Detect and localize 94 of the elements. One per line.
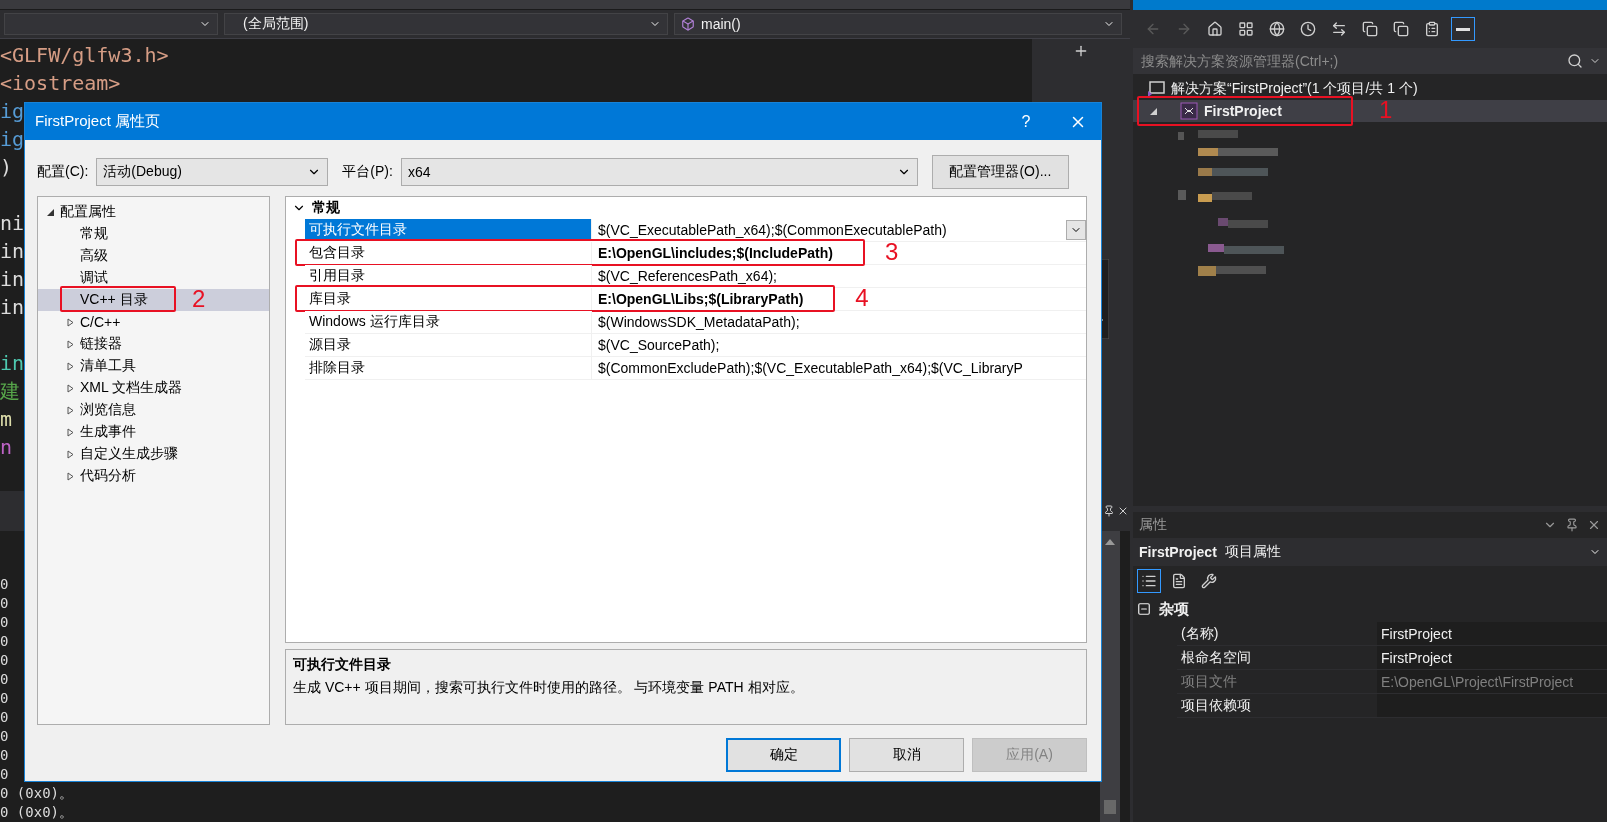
property-name: 项目依赖项 [1180,695,1252,715]
property-value[interactable]: E:\OpenGL\Libs;$(LibraryPath) [592,290,804,307]
tree-item[interactable]: 清单工具 [38,355,269,377]
tree-item-label: 自定义生成步骤 [80,445,178,463]
output-text: 0 [0,576,9,592]
tree-item-label: 解决方案“FirstProject”(1 个项目/共 1 个) [1171,80,1418,98]
code-text: <iostream> [0,70,121,97]
category-label: 常规 [312,199,340,217]
scope-dropdown[interactable]: (全局范围) [224,13,668,35]
output-text: 0 [0,709,9,725]
code-text: m [0,406,13,433]
callout-number: 3 [884,240,899,264]
code-text: in [0,238,25,265]
search-input[interactable]: 搜索解决方案资源管理器(Ctrl+;) [1139,52,1561,70]
tree-item[interactable]: C/C++ [38,311,269,333]
dialog-title: FirstProject 属性页 [35,112,161,131]
tree-item-label: 浏览信息 [80,401,136,419]
output-text: 0 [0,766,9,782]
object-selector[interactable]: FirstProject 项目属性 [1133,538,1607,566]
tree-item[interactable]: 自定义生成步骤 [38,443,269,465]
code-text: in [0,294,25,321]
output-text: 0 [0,595,9,611]
tree-item[interactable]: 配置属性 [38,201,269,223]
search-box[interactable]: 搜索解决方案资源管理器(Ctrl+;) [1133,48,1607,74]
output-text: 0 [0,690,9,706]
property-value[interactable]: $(VC_ReferencesPath_x64); [592,265,777,287]
output-text: 0 [0,652,9,668]
field-label: 配置(C): [37,163,89,181]
tree-item[interactable]: VC++ 目录 2 [38,289,269,311]
output-text: 0 [0,728,9,744]
code-text: ) [0,154,13,181]
callout-number: 2 [192,287,206,311]
tree-item-label: XML 文档生成器 [80,379,183,397]
code-text: ig [0,98,25,125]
property-name[interactable]: 可执行文件目录 [305,219,592,241]
help-button[interactable]: ? [1003,103,1049,140]
platform-select[interactable]: x64 [400,158,918,186]
property-value[interactable]: FirstProject [1377,622,1607,645]
property-value[interactable]: $(CommonExcludePath);$(VC_ExecutablePath_x64);$(VC_LibraryP [592,357,1023,379]
output-text: 0 [0,747,9,763]
property-value[interactable]: $(WindowsSDK_MetadataPath); [592,311,800,333]
property-value[interactable]: $(VC_SourcePath); [592,334,720,356]
tree-item-label: 清单工具 [80,357,136,375]
code-text: <GLFW/glfw3.h> [0,42,169,69]
tree-item-label: FirstProject [1204,103,1282,119]
output-text: 0 [0,614,9,630]
tree-item[interactable]: 解决方案“FirstProject”(1 个项目/共 1 个) [1133,78,1607,100]
configuration-select[interactable]: 活动(Debug) [96,158,329,186]
code-text: ig [0,126,25,153]
property-name[interactable]: Windows 运行库目录 [305,311,592,333]
code-text: 建 [0,378,20,405]
panel-title: 属性 [1139,516,1168,534]
tree-item[interactable]: XML 文档生成器 [38,377,269,399]
output-text: 0 (0x0)。 [0,785,73,801]
output-text: 0 (0x0)。 [0,804,73,820]
dialog-button[interactable]: 取消 [849,738,964,772]
property-value[interactable]: $(VC_ExecutablePath_x64);$(CommonExecutablePath) [592,219,947,241]
tree-item[interactable]: 链接器 [38,333,269,355]
property-value[interactable]: FirstProject [1377,646,1607,669]
tree-item-label: 代码分析 [80,467,136,485]
tree-item-label: 调试 [80,269,108,287]
code-text: in [0,266,25,293]
callout-number: 4 [855,286,869,310]
category-label: 杂项 [1159,599,1189,619]
tree-item[interactable]: 高级 [38,245,269,267]
tree-item-label: 配置属性 [60,203,116,221]
tree-item[interactable]: 生成事件 [38,421,269,443]
tree-item[interactable]: 代码分析 [38,465,269,487]
tree-item-label: VC++ 目录 [80,291,148,309]
code-text: ni [0,210,25,237]
code-text: in [0,350,25,377]
member-dropdown[interactable]: main() [674,13,1122,35]
property-name: (名称) [1180,623,1220,643]
property-name[interactable]: 引用目录 [305,265,592,287]
tree-item[interactable]: 调试 [38,267,269,289]
tree-item-label: C/C++ [80,314,121,330]
description-text: 生成 VC++ 项目期间，搜索可执行文件时使用的路径。 与环境变量 PATH 相对应。 [293,679,805,697]
tree-item-label: 常规 [80,225,108,243]
output-text: 0 [0,671,9,687]
description-title: 可执行文件目录 [293,656,392,674]
output-text: 0 [0,633,9,649]
tree-item[interactable]: 浏览信息 [38,399,269,421]
field-label: 平台(P): [342,163,393,181]
property-name: 根命名空间 [1180,647,1252,667]
callout-number: 1 [1379,98,1393,122]
tree-item-label: 链接器 [80,335,122,353]
property-value[interactable]: E:\OpenGL\includes;$(IncludePath) [592,244,833,261]
dialog-button[interactable]: 确定 [726,738,841,772]
configuration-manager-button[interactable]: 配置管理器(O)... [931,155,1069,189]
tree-item-label: 高级 [80,247,108,265]
code-text: n [0,434,13,461]
tree-item[interactable]: 常规 [38,223,269,245]
property-name: 项目文件 [1180,671,1238,691]
tree-item-label: 生成事件 [80,423,136,441]
